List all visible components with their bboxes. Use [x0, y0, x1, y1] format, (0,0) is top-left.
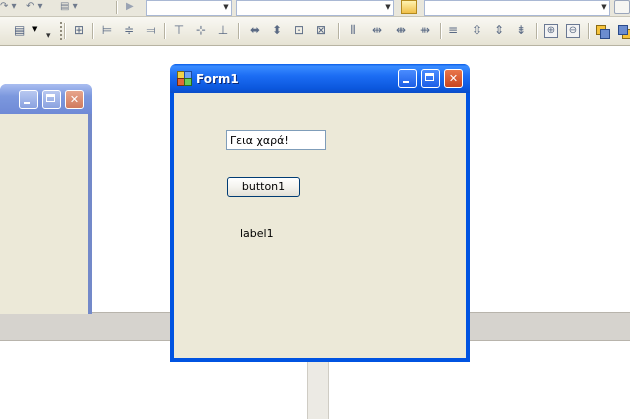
center-horizontally-icon[interactable]: ⊕ [544, 24, 558, 38]
toolbar-separator [588, 23, 590, 39]
toolbar-standard: ↷ ▾ ↶ ▾ ▤ ▾ ▶ ▼ ▼ ▼ [0, 0, 630, 17]
toolbar-separator [92, 23, 94, 39]
chevron-down-icon[interactable]: ▼ [32, 25, 37, 33]
form1-title: Form1 [196, 72, 239, 86]
toolbar-separator [338, 23, 340, 39]
chevron-down-icon: ▼ [385, 3, 391, 11]
solution-platform-combo[interactable]: ▼ [236, 0, 394, 16]
toolbar-separator [64, 23, 66, 39]
text-editor-icon[interactable]: ▤ [14, 23, 30, 37]
align-to-grid-icon[interactable]: ⊞ [72, 23, 86, 37]
align-bottom-icon[interactable]: ⊥ [216, 23, 230, 37]
vertical-spacing-increase-icon[interactable]: ⇳ [470, 23, 484, 37]
chevron-down-icon: ▼ [601, 3, 607, 11]
toolbar-separator [536, 23, 538, 39]
form1-title-bar[interactable]: Form1 ✕ [170, 64, 470, 93]
bring-to-front-icon[interactable] [596, 25, 610, 39]
align-right-icon[interactable]: ⫤ [144, 23, 158, 37]
vertical-spacing-remove-icon[interactable]: ⇟ [514, 23, 528, 37]
find-in-files-icon[interactable] [401, 0, 417, 14]
label1: label1 [240, 227, 274, 240]
make-same-width-icon[interactable]: ⬌ [248, 23, 262, 37]
chevron-down-icon: ▼ [223, 3, 229, 11]
form1-client-area[interactable]: button1 label1 [174, 93, 466, 358]
designer-surface [0, 46, 630, 66]
textbox1[interactable] [226, 130, 326, 150]
minimize-icon[interactable] [398, 69, 417, 88]
background-form-client-area [0, 114, 88, 314]
make-same-height-icon[interactable]: ⬍ [270, 23, 284, 37]
toolbar-separator [164, 23, 166, 39]
minimize-icon[interactable] [19, 90, 38, 109]
form1-window[interactable]: Form1 ✕ button1 label1 [170, 64, 470, 362]
start-debugging-icon[interactable]: ▶ [126, 0, 134, 14]
toolbar-separator [238, 23, 240, 39]
horizontal-spacing-decrease-icon[interactable]: ⇼ [394, 23, 408, 37]
close-icon[interactable]: ✕ [65, 90, 84, 109]
align-center-icon[interactable]: ≑ [122, 23, 136, 37]
size-to-grid-icon[interactable]: ⊡ [292, 23, 306, 37]
button1[interactable]: button1 [227, 177, 300, 197]
toolbar-separator [116, 1, 118, 14]
toolbar-options-icon[interactable]: ▾ [46, 31, 51, 41]
toolbar-grip[interactable] [60, 22, 62, 40]
maximize-icon[interactable] [421, 69, 440, 88]
redo-dropdown[interactable]: ↷ ▾ [0, 0, 17, 14]
send-to-back-icon[interactable] [618, 25, 630, 39]
form-app-icon [177, 71, 192, 86]
toolbar-separator [440, 23, 442, 39]
maximize-icon[interactable] [42, 90, 61, 109]
close-icon[interactable]: ✕ [444, 69, 463, 88]
align-middle-icon[interactable]: ⊹ [194, 23, 208, 37]
find-combo[interactable]: ▼ [424, 0, 610, 16]
navigate-dropdown[interactable]: ▤ ▾ [60, 0, 78, 14]
toolbar-layout: ▤ ▼ ▾ ⊞ ⊨ ≑ ⫤ ⊤ ⊹ ⊥ ⬌ ⬍ ⊡ ⊠ ⫴ ⇹ ⇼ ⇻ ≡ ⇳ … [0, 17, 630, 46]
solution-configuration-combo[interactable]: ▼ [146, 0, 232, 16]
vertical-spacing-decrease-icon[interactable]: ⇕ [492, 23, 506, 37]
horizontal-spacing-equal-icon[interactable]: ⫴ [346, 23, 360, 37]
background-form-window[interactable]: ✕ [0, 84, 92, 314]
undo-dropdown[interactable]: ↶ ▾ [26, 0, 43, 14]
align-left-icon[interactable]: ⊨ [100, 23, 114, 37]
align-top-icon[interactable]: ⊤ [172, 23, 186, 37]
toolbar-edge [0, 21, 10, 39]
center-vertically-icon[interactable]: ⊖ [566, 24, 580, 38]
vertical-spacing-equal-icon[interactable]: ≡ [446, 23, 460, 37]
horizontal-spacing-remove-icon[interactable]: ⇻ [418, 23, 432, 37]
search-icon[interactable] [614, 0, 630, 14]
make-same-size-icon[interactable]: ⊠ [314, 23, 328, 37]
horizontal-spacing-increase-icon[interactable]: ⇹ [370, 23, 384, 37]
